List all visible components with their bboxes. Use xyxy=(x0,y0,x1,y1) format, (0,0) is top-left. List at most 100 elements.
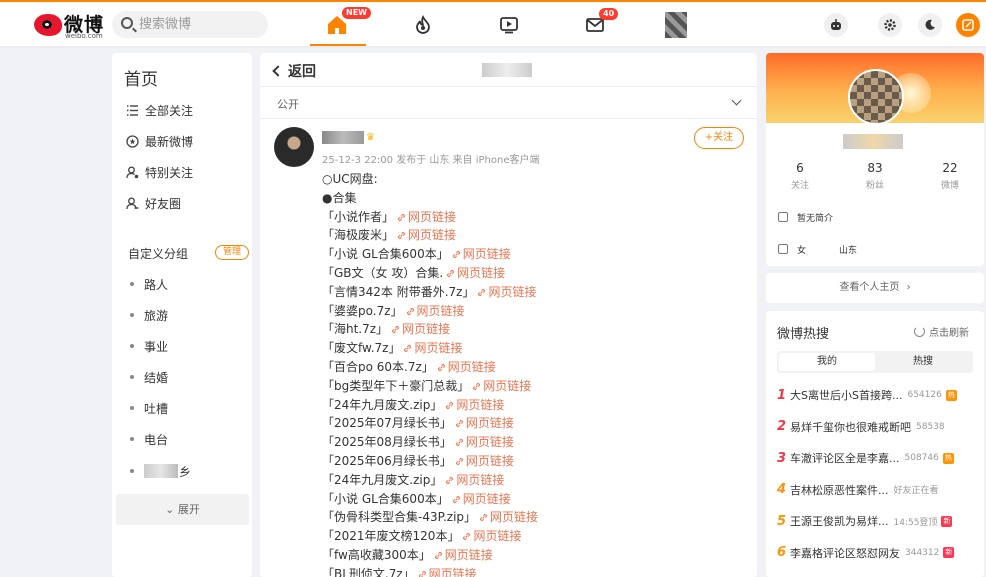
search-box[interactable] xyxy=(112,11,268,38)
link-icon xyxy=(452,495,460,503)
active-tab-indicator xyxy=(310,44,366,46)
link-icon xyxy=(455,458,463,465)
stat-following[interactable]: 6 关注 xyxy=(770,161,830,191)
bio-text: 暂无简介 xyxy=(797,213,834,224)
sidebar-item-special[interactable]: 特别关注 xyxy=(126,162,193,182)
refresh-button[interactable]: 点击刷新 xyxy=(914,324,969,339)
visibility-row[interactable]: 公开 xyxy=(260,89,757,115)
web-link[interactable]: 网页链接 xyxy=(418,567,477,577)
user-avatar[interactable] xyxy=(665,12,687,38)
link-icon xyxy=(455,439,463,447)
web-link[interactable]: 网页链接 xyxy=(403,341,463,355)
blurred-username xyxy=(482,63,532,77)
hot-search-item[interactable]: 5 王源王俊凯为易烊... 14:55登顶新 xyxy=(777,512,977,530)
group-item[interactable]: 事业 xyxy=(130,337,168,355)
web-link[interactable]: 网页链接 xyxy=(452,492,511,506)
hot-search-item[interactable]: 2 易烊千玺你也很难戒断吧 58538 xyxy=(777,418,977,436)
post-line-text: 「24年九月废文.zip」 xyxy=(322,397,443,412)
hot-topic-text: 大S离世后小S首接跨... xyxy=(790,389,903,402)
web-link[interactable]: 网页链接 xyxy=(391,322,450,336)
web-link[interactable]: 网页链接 xyxy=(434,548,493,562)
blurred-username xyxy=(322,131,364,144)
post-line: 「海极废米」 网页链接 xyxy=(322,226,742,245)
web-link[interactable]: 网页链接 xyxy=(445,398,504,412)
hot-tag-badge: 热 xyxy=(942,452,954,464)
post-line: 「2025年08月绿长书」 网页链接 xyxy=(322,433,742,452)
web-link[interactable]: 网页链接 xyxy=(406,304,465,318)
post-author-name[interactable]: ♛ xyxy=(322,131,375,144)
tab-mine[interactable]: 我的 xyxy=(779,353,875,371)
tab-hot[interactable]: 热搜 xyxy=(875,353,971,371)
web-link-label: 网页链接 xyxy=(473,529,522,544)
hot-topic-text: 吉林松原恶性案件... xyxy=(790,483,889,497)
web-link[interactable]: 网页链接 xyxy=(455,416,514,430)
web-link[interactable]: 网页链接 xyxy=(462,529,521,543)
hot-search-item[interactable]: 1 大S离世后小S首接跨... 654126 热 xyxy=(777,386,977,404)
stat-followers[interactable]: 83 粉丝 xyxy=(845,161,905,191)
post-line-text: 「言情342本 附带番外.7z」 xyxy=(322,284,475,299)
bullet-dot xyxy=(130,406,134,410)
flame-icon xyxy=(416,15,430,34)
hot-search-item[interactable]: 3 车澈评论区全是李嘉... 508746 热 xyxy=(777,449,977,467)
view-profile-button[interactable]: 查看个人主页 › xyxy=(766,273,984,303)
sidebar-home-title[interactable]: 首页 xyxy=(124,65,158,90)
web-link[interactable]: 网页链接 xyxy=(397,228,456,242)
post-line: 「BL刑侦文.7z」 网页链接 xyxy=(322,565,742,577)
sidebar-item-latest[interactable]: 最新微博 xyxy=(126,131,193,151)
refresh-label: 点击刷新 xyxy=(929,328,969,339)
web-link[interactable]: 网页链接 xyxy=(437,360,496,374)
group-item[interactable]: 吐槽 xyxy=(130,399,168,417)
sidebar-item-all-follow[interactable]: 全部关注 xyxy=(126,100,193,120)
group-item[interactable]: 旅游 xyxy=(130,306,168,324)
post-line-text: 「小说作者」 xyxy=(322,209,395,224)
web-link[interactable]: 网页链接 xyxy=(397,210,456,224)
web-link[interactable]: 网页链接 xyxy=(445,473,504,487)
hot-search-item[interactable]: 6 李嘉格评论区怒怼网友 344312 新 xyxy=(777,544,977,562)
stat-number: 83 xyxy=(867,161,883,175)
web-link-label: 网页链接 xyxy=(416,303,465,318)
profile-avatar[interactable] xyxy=(848,69,904,125)
nav-video-button[interactable] xyxy=(494,10,524,40)
hot-search-tabs: 我的 热搜 xyxy=(777,351,973,373)
weibo-logo[interactable]: 微博 weibo.com xyxy=(34,10,104,40)
link-icon xyxy=(434,551,442,559)
hot-search-item[interactable]: 4 吉林松原恶性案件... 好友正在看 xyxy=(777,481,977,499)
post-line: 「2025年06月绿长书」 网页链接 xyxy=(322,452,742,471)
group-item[interactable]: 路人 xyxy=(130,275,168,293)
assistant-button[interactable] xyxy=(824,13,848,37)
post-line-text: 「废文fw.7z」 xyxy=(322,341,401,356)
nav-home-button[interactable]: NEW xyxy=(322,7,371,40)
list-icon xyxy=(127,104,138,116)
stat-posts[interactable]: 22 微博 xyxy=(920,161,980,191)
follow-button[interactable]: +关注 xyxy=(694,127,744,149)
group-item[interactable]: 结婚 xyxy=(130,368,168,386)
stat-number: 22 xyxy=(942,161,958,175)
group-item[interactable]: 电台 xyxy=(130,430,168,448)
compose-button[interactable] xyxy=(956,13,980,37)
nav-message-button[interactable]: 40 xyxy=(580,8,619,40)
post-author-avatar[interactable] xyxy=(274,127,314,167)
manage-groups-button[interactable]: 管理 xyxy=(215,245,249,260)
group-item[interactable]: 乡 xyxy=(130,462,191,480)
web-link[interactable]: 网页链接 xyxy=(455,435,514,449)
sidebar-item-friends[interactable]: 好友圈 xyxy=(126,193,181,213)
search-input[interactable] xyxy=(139,15,259,33)
refresh-icon xyxy=(914,326,925,337)
web-link[interactable]: 网页链接 xyxy=(455,454,514,468)
hot-topic-text: 易烊千玺你也很难戒断吧 xyxy=(790,420,911,434)
post-line: 「24年九月废文.zip」 网页链接 xyxy=(322,471,742,490)
back-button[interactable]: 返回 xyxy=(272,61,316,81)
settings-button[interactable] xyxy=(878,13,902,37)
web-link-label: 网页链接 xyxy=(490,510,539,525)
web-link[interactable]: 网页链接 xyxy=(446,266,505,280)
web-link[interactable]: 网页链接 xyxy=(452,247,511,261)
web-link[interactable]: 网页链接 xyxy=(472,379,531,393)
expand-label: 展开 xyxy=(177,503,200,516)
web-link-label: 网页链接 xyxy=(457,265,506,280)
web-link[interactable]: 网页链接 xyxy=(479,510,538,524)
web-link-label: 网页链接 xyxy=(447,359,496,374)
nav-hot-button[interactable] xyxy=(408,10,438,40)
dark-mode-button[interactable] xyxy=(918,13,942,37)
web-link[interactable]: 网页链接 xyxy=(477,285,536,299)
expand-groups-button[interactable]: ⌄ 展开 xyxy=(116,494,249,525)
